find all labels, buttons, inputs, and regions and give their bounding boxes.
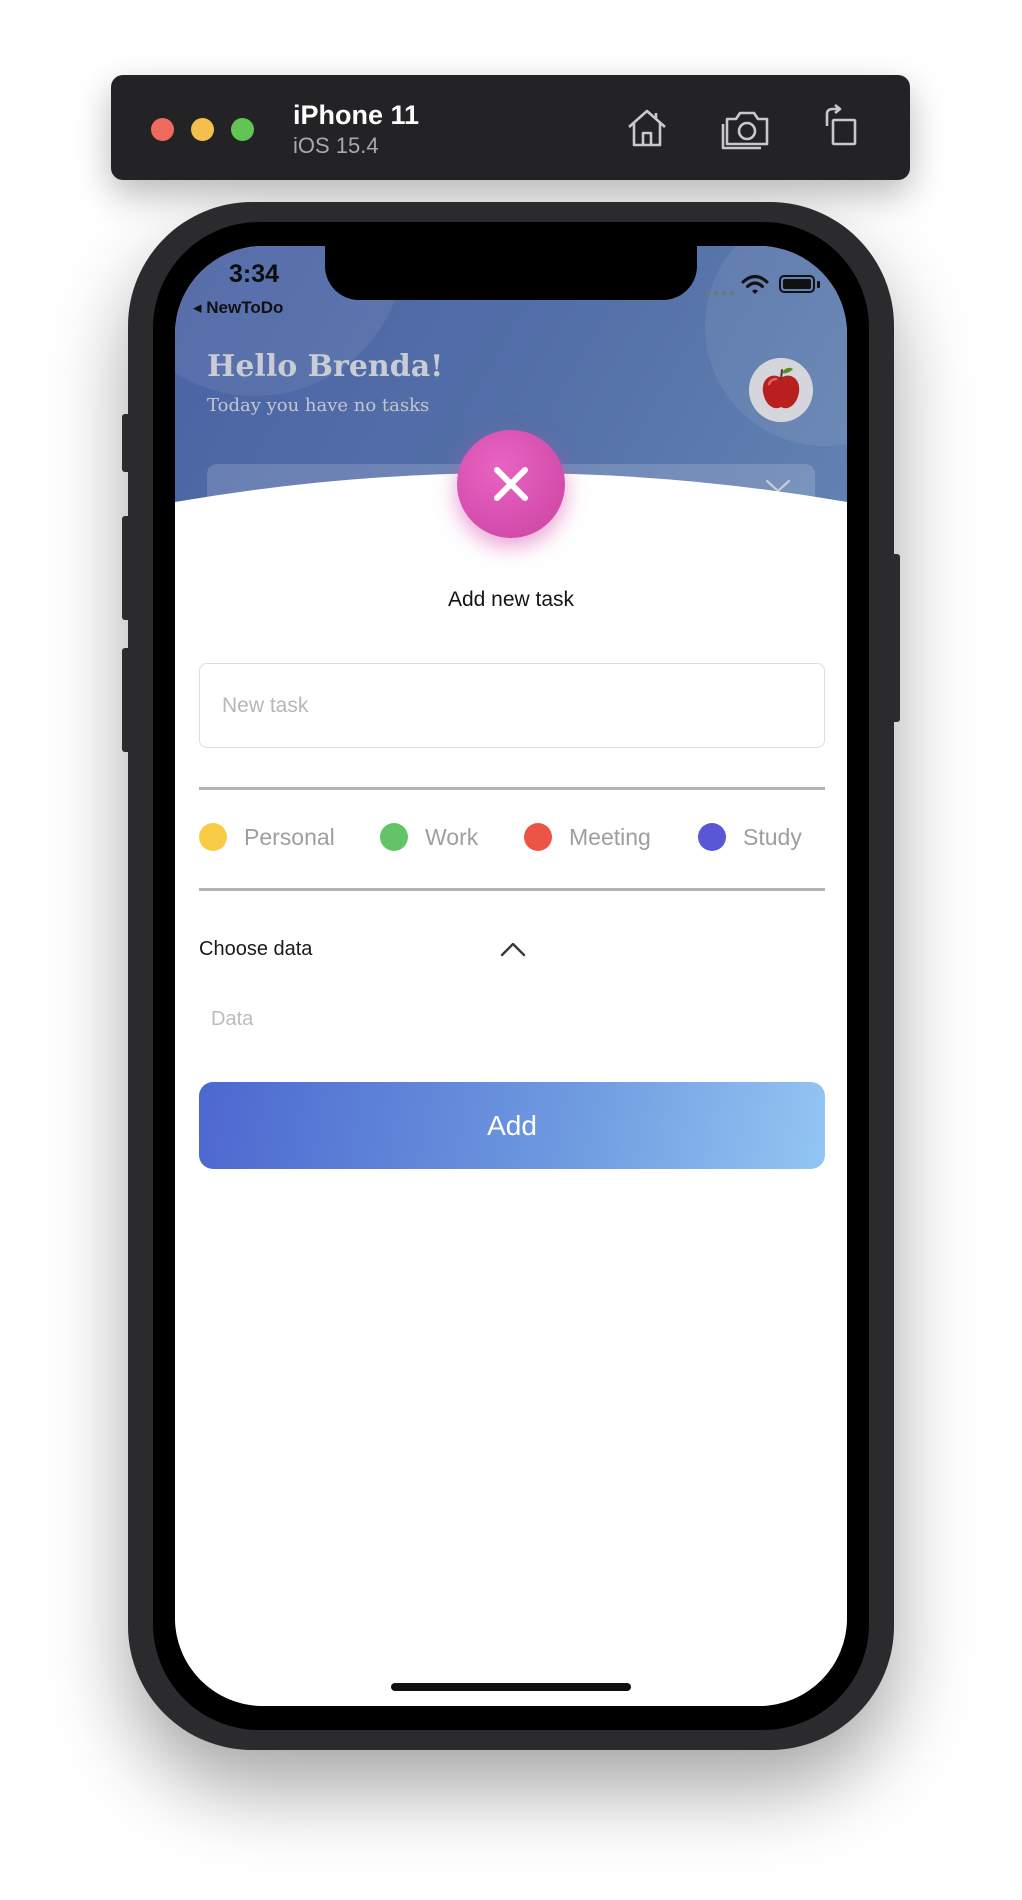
apple-icon [749,358,813,422]
minimize-window-button[interactable] [191,118,214,141]
volume-up-button [122,516,132,620]
device-screen: 3:34 ◂ NewToDo Hello Brenda! Today you h… [175,246,847,1706]
work-color-dot [380,823,408,851]
category-personal[interactable]: Personal [199,821,335,853]
category-work[interactable]: Work [380,821,478,853]
home-indicator [391,1683,631,1691]
task-summary: Today you have no tasks [207,395,430,416]
signal-icon [705,290,735,296]
zoom-window-button[interactable] [231,118,254,141]
os-version: iOS 15.4 [293,133,379,158]
close-sheet-button[interactable] [457,430,565,538]
sheet-title: Add new task [447,588,575,611]
battery-tip [817,281,820,288]
choose-data-label[interactable]: Choose data [199,938,312,961]
close-window-button[interactable] [151,118,174,141]
greeting-title: Hello Brenda! [207,349,444,384]
category-label: Meeting [569,823,651,850]
category-label: Study [743,823,802,850]
meeting-color-dot [524,823,552,851]
simulator-title-bar: iPhone 11 iOS 15.4 [111,75,910,180]
data-input[interactable] [199,998,599,1040]
personal-color-dot [199,823,227,851]
category-study[interactable]: Study [698,821,802,853]
screenshot-icon[interactable] [721,102,773,154]
wifi-icon [741,275,769,294]
study-color-dot [698,823,726,851]
new-task-input[interactable] [199,663,825,748]
category-label: Work [425,823,479,850]
divider [199,787,825,790]
avatar[interactable] [749,358,813,422]
divider [199,888,825,891]
device-name: iPhone 11 [293,100,420,130]
back-to-app-link[interactable]: ◂ NewToDo [193,298,283,318]
status-time: 3:34 [229,260,280,288]
chevron-up-icon[interactable] [499,940,527,958]
category-label: Personal [244,823,335,850]
category-meeting[interactable]: Meeting [524,821,651,853]
close-icon [494,467,528,501]
power-button [890,554,900,722]
notch [325,246,697,300]
add-task-button[interactable]: Add [199,1082,825,1169]
volume-down-button [122,648,132,752]
home-icon[interactable] [621,102,673,154]
silent-switch [122,414,132,472]
rotate-icon[interactable] [817,102,869,154]
battery-icon [779,275,815,293]
